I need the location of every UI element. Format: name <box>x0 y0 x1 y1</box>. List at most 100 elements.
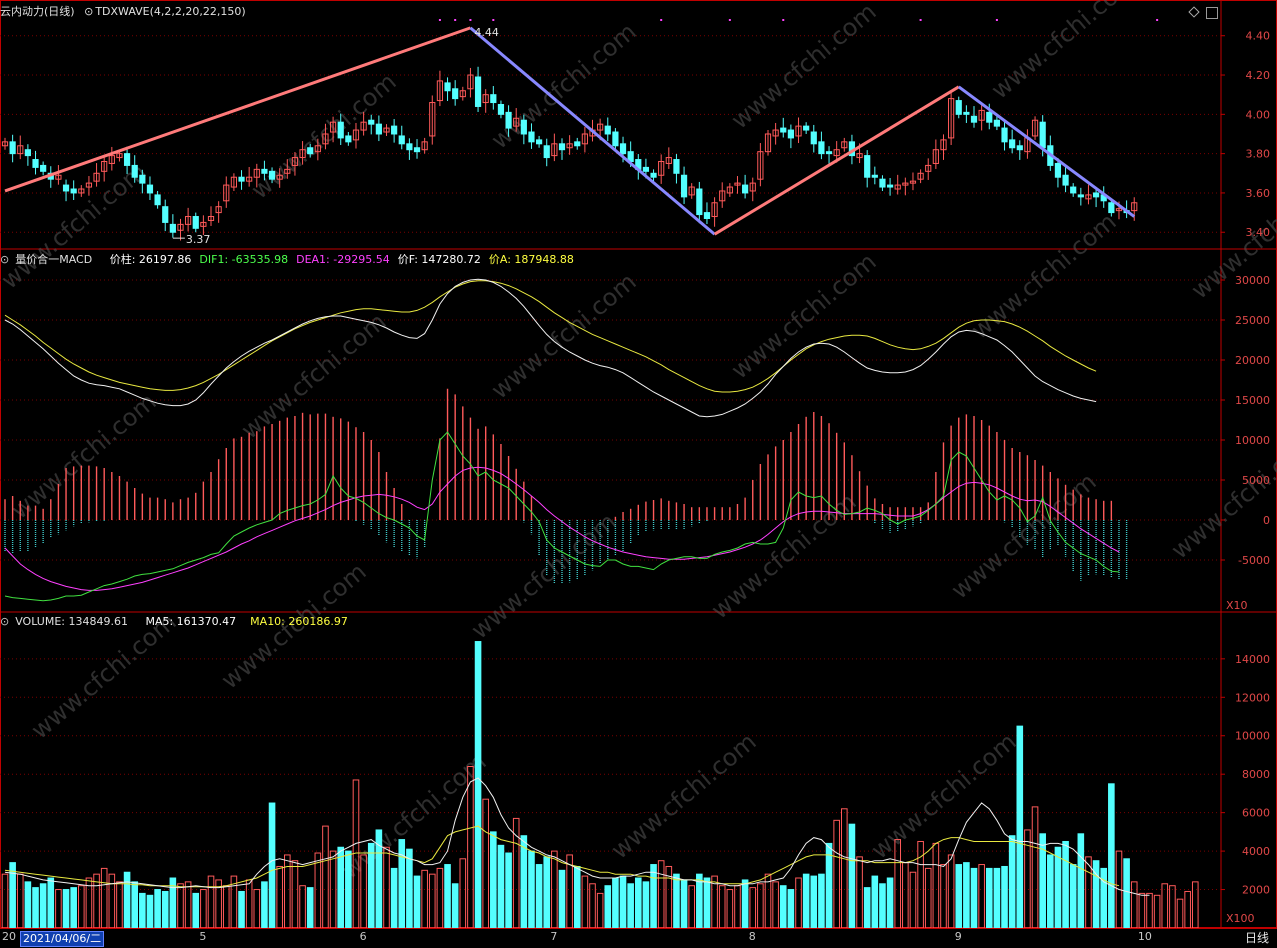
volume-bar-down <box>963 862 970 929</box>
price-tick-label: 3.60 <box>1246 187 1271 200</box>
candle-down <box>963 111 970 115</box>
watermark-text: www.cfchi.com <box>236 307 392 444</box>
volume-bar-down <box>863 887 871 929</box>
volume-bar-down <box>1016 725 1024 929</box>
volume-bar-down <box>24 881 32 929</box>
candle-down <box>574 141 581 147</box>
volume-bar-down <box>1047 854 1054 929</box>
volume-bar-up <box>55 889 62 929</box>
candle-down <box>604 125 611 135</box>
volume-bar-down <box>261 881 268 929</box>
volume-bar-down <box>520 835 528 929</box>
volume-bar-down <box>161 890 169 929</box>
signal-marker <box>454 19 457 21</box>
macd-collapse-icon[interactable]: ⊙ <box>0 253 9 266</box>
signal-marker <box>782 19 785 21</box>
volume-tick-label: 14000 <box>1235 653 1270 666</box>
volume-scale-note: X100 <box>1226 912 1255 925</box>
candle-down <box>398 135 405 145</box>
volume-bar-down <box>1108 783 1115 929</box>
volume-bar-up <box>772 881 779 929</box>
volume-bar-down <box>612 877 619 929</box>
volume-bar-down <box>1062 840 1069 929</box>
watermark-text: www.cfchi.com <box>726 247 882 384</box>
volume-bar-up <box>16 873 24 929</box>
volume-tick-label: 4000 <box>1242 845 1270 858</box>
volume-bar-down <box>535 864 543 929</box>
candle-down <box>406 143 413 151</box>
volume-bar-down <box>367 842 375 929</box>
volume-bar-down <box>993 867 1001 929</box>
watermark-text: www.cfchi.com <box>966 207 1122 344</box>
volume-bar-up <box>596 892 604 929</box>
volume-bar-up <box>726 889 734 929</box>
watermark-text: www.cfchi.com <box>486 267 642 404</box>
candle-down <box>146 184 154 194</box>
macd-panel-header: ⊙ 量价合一MACD 价柱: 26197.86 DIF1: -63535.98 DEA… <box>0 252 582 268</box>
volume-collapse-icon[interactable]: ⊙ <box>0 615 9 628</box>
axis-layer: 3.40 3.60 3.80 4.00 4.20 4.40 -5000 0 5000 10000 1… <box>1221 30 1270 925</box>
volume-bar-down <box>490 831 497 929</box>
volume-bar-down <box>573 865 581 929</box>
candle-down <box>24 149 31 157</box>
volume-bar-up <box>100 867 108 929</box>
volume-bar-up <box>1169 885 1176 929</box>
volume-bar-down <box>871 875 879 929</box>
candle-down <box>9 141 16 155</box>
month-label: 8 <box>748 930 756 943</box>
candle-down <box>444 82 451 92</box>
volume-bar-up <box>940 864 947 929</box>
volume-layer <box>1 641 1199 929</box>
wave-indicator-name: TDXWAVE(4,2,2,20,22,150) <box>95 5 246 18</box>
chart-frame <box>0 0 1277 928</box>
volume-bar-up <box>459 858 467 929</box>
candle-down <box>612 131 619 147</box>
candle-down <box>825 151 833 155</box>
volume-tick-label: 12000 <box>1235 691 1270 704</box>
volume-bar-down <box>1001 865 1008 929</box>
macd-legend-item: DEA1: -29295.54 <box>296 253 390 266</box>
volume-bar-down <box>497 844 505 929</box>
signal-marker <box>995 19 998 21</box>
macd-tick-label: 0 <box>1263 514 1270 527</box>
volume-bar-down <box>970 867 978 929</box>
volume-tick-label: 8000 <box>1242 768 1270 781</box>
chart-canvas[interactable]: www.cfchi.com www.cfchi.com www.cfchi.com w… <box>0 0 1277 947</box>
collapse-icon[interactable]: ⊙ <box>84 5 93 18</box>
volume-bar-down <box>650 864 657 929</box>
signal-marker <box>660 19 663 21</box>
wave-up-segment <box>4 26 471 193</box>
volume-bar-up <box>841 808 848 929</box>
volume-bar-down <box>451 883 459 929</box>
month-label: 6 <box>359 930 367 943</box>
wave-indicator-label[interactable]: ⊙ TDXWAVE(4,2,2,20,22,150) <box>84 5 252 18</box>
candle-down <box>261 168 268 174</box>
volume-bar-down <box>528 850 535 929</box>
volume-bar-up <box>108 873 116 929</box>
watermark-text: www.cfchi.com <box>246 67 402 204</box>
candle-down <box>1039 121 1046 149</box>
candle-down <box>490 94 497 104</box>
period-selector[interactable]: 日线 <box>1245 930 1269 946</box>
candle-down <box>40 164 47 172</box>
signal-marker <box>438 19 441 21</box>
macd-tick-label: 20000 <box>1235 354 1270 367</box>
volume-bar-down <box>413 875 421 929</box>
volume-bar-down <box>810 875 818 929</box>
volume-bar-up <box>184 881 192 929</box>
volume-bar-up <box>978 864 985 929</box>
volume-bar-up <box>1153 894 1161 929</box>
high-price-label: 4.44 <box>474 26 499 39</box>
volume-bar-down <box>779 885 787 929</box>
candle-down <box>268 170 276 180</box>
volume-bar-up <box>757 883 764 929</box>
volume-bar-down <box>634 877 642 929</box>
volume-bar-down <box>398 839 406 929</box>
watermark-text: www.cfchi.com <box>726 0 882 135</box>
volume-bar-up <box>200 889 207 929</box>
candle-down <box>818 141 825 155</box>
maximize-icon[interactable] <box>1206 7 1218 19</box>
price-tick-label: 3.80 <box>1246 148 1271 161</box>
volume-bar-down <box>1123 858 1130 929</box>
volume-bar-up <box>291 860 299 929</box>
